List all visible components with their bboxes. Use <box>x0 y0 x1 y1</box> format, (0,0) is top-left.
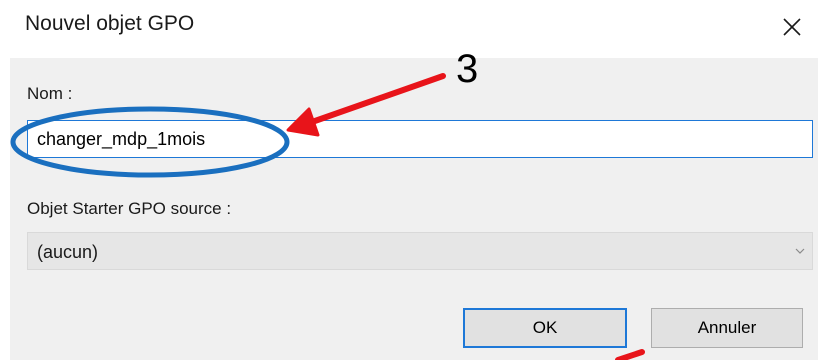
name-input[interactable] <box>27 120 813 158</box>
title-bar: Nouvel objet GPO <box>0 0 818 56</box>
starter-gpo-selected-value: (aucun) <box>37 242 99 262</box>
starter-gpo-select[interactable]: (aucun) <box>27 232 813 270</box>
chevron-down-icon <box>795 248 805 254</box>
close-icon <box>783 18 801 36</box>
step-number-label: 3 <box>456 47 479 91</box>
starter-gpo-label: Objet Starter GPO source : <box>27 199 232 218</box>
ok-button[interactable]: OK <box>463 308 627 348</box>
new-gpo-dialog: Nouvel objet GPO Nom : Objet Starter GPO… <box>0 0 818 360</box>
dialog-title: Nouvel objet GPO <box>25 12 195 35</box>
close-button[interactable] <box>774 10 810 44</box>
dialog-body: Nom : Objet Starter GPO source : (aucun)… <box>10 58 818 360</box>
name-label: Nom : <box>27 84 73 103</box>
cancel-button[interactable]: Annuler <box>651 308 803 348</box>
